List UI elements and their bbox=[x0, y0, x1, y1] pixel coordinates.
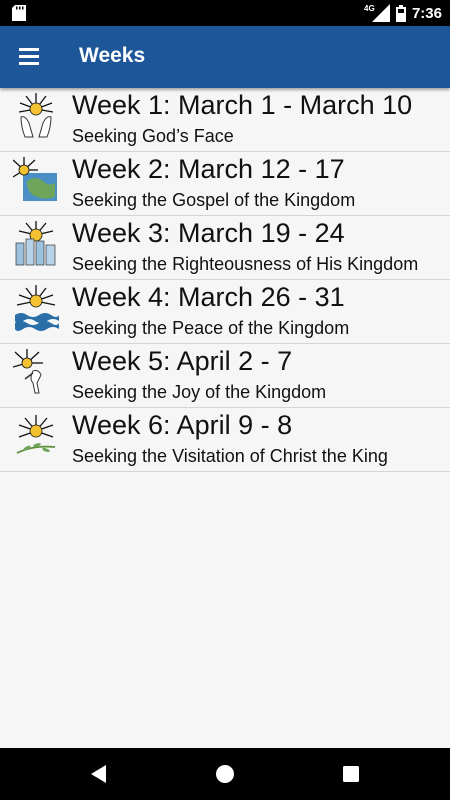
list-item-week-2[interactable]: Week 2: March 12 - 17 Seeking the Gospel… bbox=[0, 152, 450, 216]
status-bar: 4G 7:36 bbox=[0, 0, 450, 26]
weeks-list: Week 1: March 1 - March 10 Seeking God’s… bbox=[0, 88, 450, 472]
week-title: Week 4: March 26 - 31 bbox=[72, 282, 345, 312]
hamburger-menu-icon[interactable] bbox=[17, 46, 41, 68]
battery-icon bbox=[395, 4, 406, 22]
dancer-sunburst-icon bbox=[13, 349, 43, 394]
week-subtitle: Seeking God’s Face bbox=[72, 126, 234, 146]
week-subtitle: Seeking the Gospel of the Kingdom bbox=[72, 190, 356, 210]
week-title: Week 2: March 12 - 17 bbox=[72, 154, 345, 184]
week-title: Week 6: April 9 - 8 bbox=[72, 410, 293, 440]
navigation-bar bbox=[0, 748, 450, 800]
network-label: 4G bbox=[364, 4, 375, 13]
back-triangle-icon[interactable] bbox=[86, 761, 112, 787]
week-subtitle: Seeking the Visitation of Christ the Kin… bbox=[72, 446, 388, 466]
signal-4g-icon: 4G bbox=[364, 4, 390, 22]
list-item-week-6[interactable]: Week 6: April 9 - 8 Seeking the Visitati… bbox=[0, 408, 450, 472]
list-item-week-4[interactable]: Week 4: March 26 - 31 Seeking the Peace … bbox=[0, 280, 450, 344]
week-title: Week 3: March 19 - 24 bbox=[72, 218, 345, 248]
week-title: Week 1: March 1 - March 10 bbox=[72, 90, 413, 120]
olive-branch-sunburst-icon bbox=[16, 415, 56, 454]
status-time: 7:36 bbox=[411, 4, 442, 22]
week-subtitle: Seeking the Peace of the Kingdom bbox=[72, 318, 350, 338]
week-title: Week 5: April 2 - 7 bbox=[72, 346, 293, 376]
globe-sunburst-icon bbox=[13, 157, 57, 201]
water-sunburst-icon bbox=[15, 285, 59, 331]
page-title: Weeks bbox=[79, 44, 146, 67]
sd-card-icon bbox=[12, 5, 26, 21]
list-item-week-5[interactable]: Week 5: April 2 - 7 Seeking the Joy of t… bbox=[0, 344, 450, 408]
city-sunburst-icon bbox=[15, 221, 56, 266]
week-subtitle: Seeking the Joy of the Kingdom bbox=[72, 382, 327, 402]
praying-hands-sunburst-icon bbox=[18, 93, 54, 138]
list-item-week-3[interactable]: Week 3: March 19 - 24 Seeking the Righte… bbox=[0, 216, 450, 280]
recents-square-icon[interactable] bbox=[338, 761, 364, 787]
app-bar: Weeks bbox=[0, 26, 450, 88]
week-subtitle: Seeking the Righteousness of His Kingdom bbox=[72, 254, 419, 274]
home-circle-icon[interactable] bbox=[212, 761, 238, 787]
list-item-week-1[interactable]: Week 1: March 1 - March 10 Seeking God’s… bbox=[0, 88, 450, 152]
